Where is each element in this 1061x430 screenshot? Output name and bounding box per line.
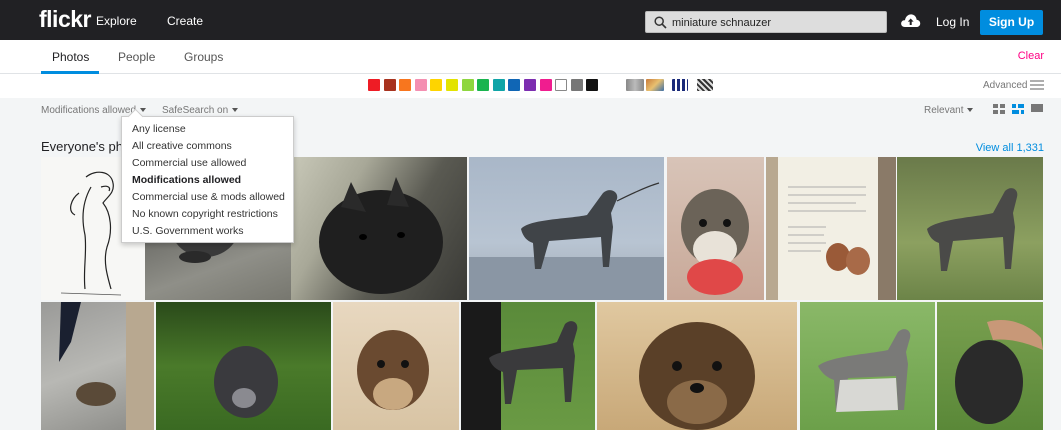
show-dog-standing-image	[469, 182, 664, 300]
justified-view-icon[interactable]	[1012, 104, 1024, 114]
shallow-depth-filter[interactable]	[646, 79, 664, 91]
chevron-down-icon	[967, 108, 974, 113]
color-swatch[interactable]	[586, 79, 599, 91]
license-option-all-creative-commons[interactable]: All creative commons	[132, 140, 232, 152]
license-option-modifications[interactable]: Modifications allowed	[132, 174, 241, 186]
advanced-options-icon[interactable]	[1030, 79, 1044, 91]
upload-cloud-icon[interactable]	[900, 13, 921, 28]
top-navigation-bar: flickr Explore Create Log In Sign Up	[0, 0, 1061, 40]
photo-thumbnail[interactable]	[766, 157, 896, 300]
scruffy-puppy-face-image	[639, 322, 755, 430]
license-filter-label: Modifications allowed	[41, 105, 137, 116]
photo-thumbnail[interactable]	[333, 302, 459, 430]
search-tabs: Photos People Groups Clear	[0, 40, 1061, 74]
nav-explore[interactable]: Explore	[96, 14, 137, 28]
color-swatch[interactable]	[461, 79, 474, 91]
color-swatch[interactable]	[508, 79, 521, 91]
sort-label: Relevant	[924, 105, 964, 116]
photo-thumbnail[interactable]	[937, 302, 1043, 430]
photo-thumbnail[interactable]	[469, 157, 664, 300]
search-icon[interactable]	[654, 16, 667, 29]
login-link[interactable]: Log In	[936, 15, 969, 29]
color-swatch[interactable]	[570, 79, 583, 91]
color-swatch[interactable]	[446, 79, 458, 91]
brown-puppy-image	[357, 330, 429, 410]
color-filter-bar: Advanced	[0, 74, 1061, 98]
advanced-link[interactable]: Advanced	[983, 80, 1027, 91]
search-input[interactable]	[672, 15, 882, 30]
safesearch-dropdown[interactable]: SafeSearch on	[162, 105, 239, 116]
chevron-down-icon	[232, 108, 239, 113]
chevron-down-icon	[140, 108, 147, 113]
tab-groups[interactable]: Groups	[184, 50, 223, 64]
grey-schnauzer-image	[818, 329, 911, 412]
color-swatch[interactable]	[539, 79, 552, 91]
flickr-logo[interactable]: flickr	[39, 6, 91, 33]
photo-thumbnail[interactable]	[667, 157, 764, 300]
book-page-image	[766, 157, 896, 300]
dog-on-leash-image	[461, 302, 578, 430]
view-all-link[interactable]: View all 1,331	[976, 142, 1044, 154]
tab-people[interactable]: People	[118, 50, 155, 64]
color-swatch[interactable]	[524, 79, 536, 91]
color-swatch[interactable]	[477, 79, 490, 91]
small-grid-view-icon[interactable]	[993, 104, 1005, 114]
color-swatch[interactable]	[383, 79, 396, 91]
photo-thumbnail[interactable]	[291, 157, 467, 300]
signup-button[interactable]: Sign Up	[980, 10, 1043, 35]
photo-thumbnail[interactable]	[597, 302, 797, 430]
photo-thumbnail[interactable]	[41, 302, 154, 430]
color-swatch[interactable]	[399, 79, 412, 91]
puppy-in-grass-image	[214, 346, 278, 418]
tab-photos[interactable]: Photos	[52, 50, 89, 64]
license-dropdown-menu: Any license All creative commons Commerc…	[121, 116, 294, 243]
minimalist-filter[interactable]	[672, 79, 688, 91]
photo-thumbnail[interactable]	[897, 157, 1043, 300]
black-and-white-filter[interactable]	[626, 79, 644, 91]
clear-link[interactable]: Clear	[1018, 50, 1044, 62]
license-option-us-government[interactable]: U.S. Government works	[132, 225, 243, 237]
license-option-no-known-copyright[interactable]: No known copyright restrictions	[132, 208, 278, 220]
safesearch-label: SafeSearch on	[162, 105, 229, 116]
nav-create[interactable]: Create	[167, 14, 203, 28]
large-view-icon[interactable]	[1031, 104, 1043, 114]
dog-shadow-image	[59, 302, 154, 430]
schnauzer-closeup-image	[319, 177, 443, 294]
license-option-any[interactable]: Any license	[132, 123, 186, 135]
color-swatch[interactable]	[555, 79, 568, 91]
color-swatch[interactable]	[492, 79, 505, 91]
search-box[interactable]	[645, 11, 887, 33]
patterns-filter[interactable]	[697, 79, 713, 91]
color-swatch[interactable]	[430, 79, 443, 91]
dog-being-petted-image	[955, 319, 1043, 424]
color-swatch[interactable]	[414, 79, 427, 91]
sort-dropdown[interactable]: Relevant	[924, 105, 974, 116]
license-option-commercial-use[interactable]: Commercial use allowed	[132, 157, 246, 169]
license-option-commercial-and-mods[interactable]: Commercial use & mods allowed	[132, 191, 285, 203]
color-swatch[interactable]	[368, 79, 380, 91]
dog-on-grass-image	[927, 188, 1018, 271]
puppy-with-toy-image	[681, 189, 749, 295]
photo-thumbnail[interactable]	[461, 302, 595, 430]
photo-thumbnail[interactable]	[156, 302, 331, 430]
photo-thumbnail[interactable]	[800, 302, 935, 430]
